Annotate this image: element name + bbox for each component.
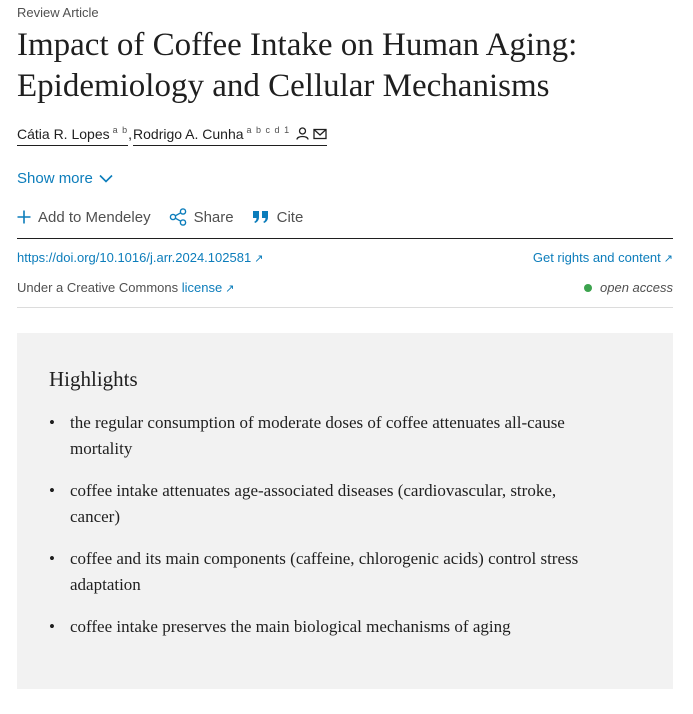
author-affiliation-marks: a b c d 1 — [246, 125, 291, 135]
author-link-lopes[interactable]: Cátia R. Lopes a b — [17, 125, 129, 146]
doi-text: https://doi.org/10.1016/j.arr.2024.10258… — [17, 250, 252, 265]
author-icons — [296, 127, 327, 140]
divider — [17, 307, 673, 308]
license-line: Under a Creative Commons license ↗ — [17, 280, 234, 295]
highlights-list: • the regular consumption of moderate dos… — [49, 410, 589, 656]
external-link-icon: ↗ — [663, 253, 673, 265]
author-name: Cátia R. Lopes — [17, 126, 110, 142]
article-actions: Add to Mendeley Share Cite — [17, 208, 321, 226]
cite-label: Cite — [276, 208, 304, 226]
license-link-text: license — [181, 280, 223, 295]
show-more-button[interactable]: Show more — [17, 170, 113, 187]
bullet-icon: • — [49, 413, 55, 432]
quote-icon — [252, 210, 270, 224]
share-button[interactable]: Share — [169, 208, 234, 226]
person-icon — [296, 127, 309, 140]
highlight-text: coffee intake preserves the main biologi… — [70, 617, 511, 636]
bullet-icon: • — [49, 549, 55, 568]
author-list: Cátia R. Lopes a b , Rodrigo A. Cunha a … — [17, 125, 328, 146]
author-link-cunha[interactable]: Rodrigo A. Cunha a b c d 1 — [133, 125, 328, 146]
highlight-text: coffee and its main components (caffeine… — [70, 549, 579, 594]
mendeley-label: Add to Mendeley — [38, 208, 151, 226]
highlight-item: • coffee and its main components (caffein… — [49, 546, 589, 598]
highlight-item: • the regular consumption of moderate dos… — [49, 410, 589, 462]
external-link-icon: ↗ — [254, 253, 264, 265]
highlight-text: the regular consumption of moderate dose… — [70, 413, 565, 458]
bullet-icon: • — [49, 481, 55, 500]
rights-text: Get rights and content — [532, 250, 661, 265]
bullet-icon: • — [49, 617, 55, 636]
highlights-title: Highlights — [49, 367, 138, 391]
divider — [17, 238, 673, 239]
open-access-label: open access — [600, 280, 673, 295]
author-affiliation-marks: a b — [112, 125, 129, 135]
author-name: Rodrigo A. Cunha — [133, 126, 244, 142]
author-separator: , — [128, 126, 133, 142]
license-link[interactable]: license ↗ — [182, 280, 235, 295]
highlight-item: • coffee intake preserves the main biolog… — [49, 614, 589, 640]
license-prefix: Under a Creative Commons — [17, 280, 179, 295]
show-more-label: Show more — [17, 170, 93, 187]
add-to-mendeley-button[interactable]: Add to Mendeley — [17, 209, 151, 226]
open-access-badge: open access — [584, 280, 673, 295]
rights-link[interactable]: Get rights and content ↗ — [533, 250, 673, 265]
external-link-icon: ↗ — [225, 283, 235, 295]
highlight-text: coffee intake attenuates age-associated … — [70, 481, 557, 526]
highlight-item: • coffee intake attenuates age-associated… — [49, 478, 589, 530]
article-title: Impact of Coffee Intake on Human Aging: … — [17, 27, 578, 104]
doi-link[interactable]: https://doi.org/10.1016/j.arr.2024.10258… — [17, 250, 263, 265]
share-icon — [169, 208, 187, 226]
article-type-label: Review Article — [17, 5, 99, 20]
chevron-down-icon — [99, 174, 113, 183]
envelope-icon — [313, 128, 327, 140]
highlights-section: Highlights • the regular consumption of m… — [17, 333, 673, 689]
share-label: Share — [193, 208, 234, 226]
plus-icon — [17, 210, 31, 224]
open-access-dot-icon — [584, 283, 592, 292]
cite-button[interactable]: Cite — [252, 208, 304, 226]
